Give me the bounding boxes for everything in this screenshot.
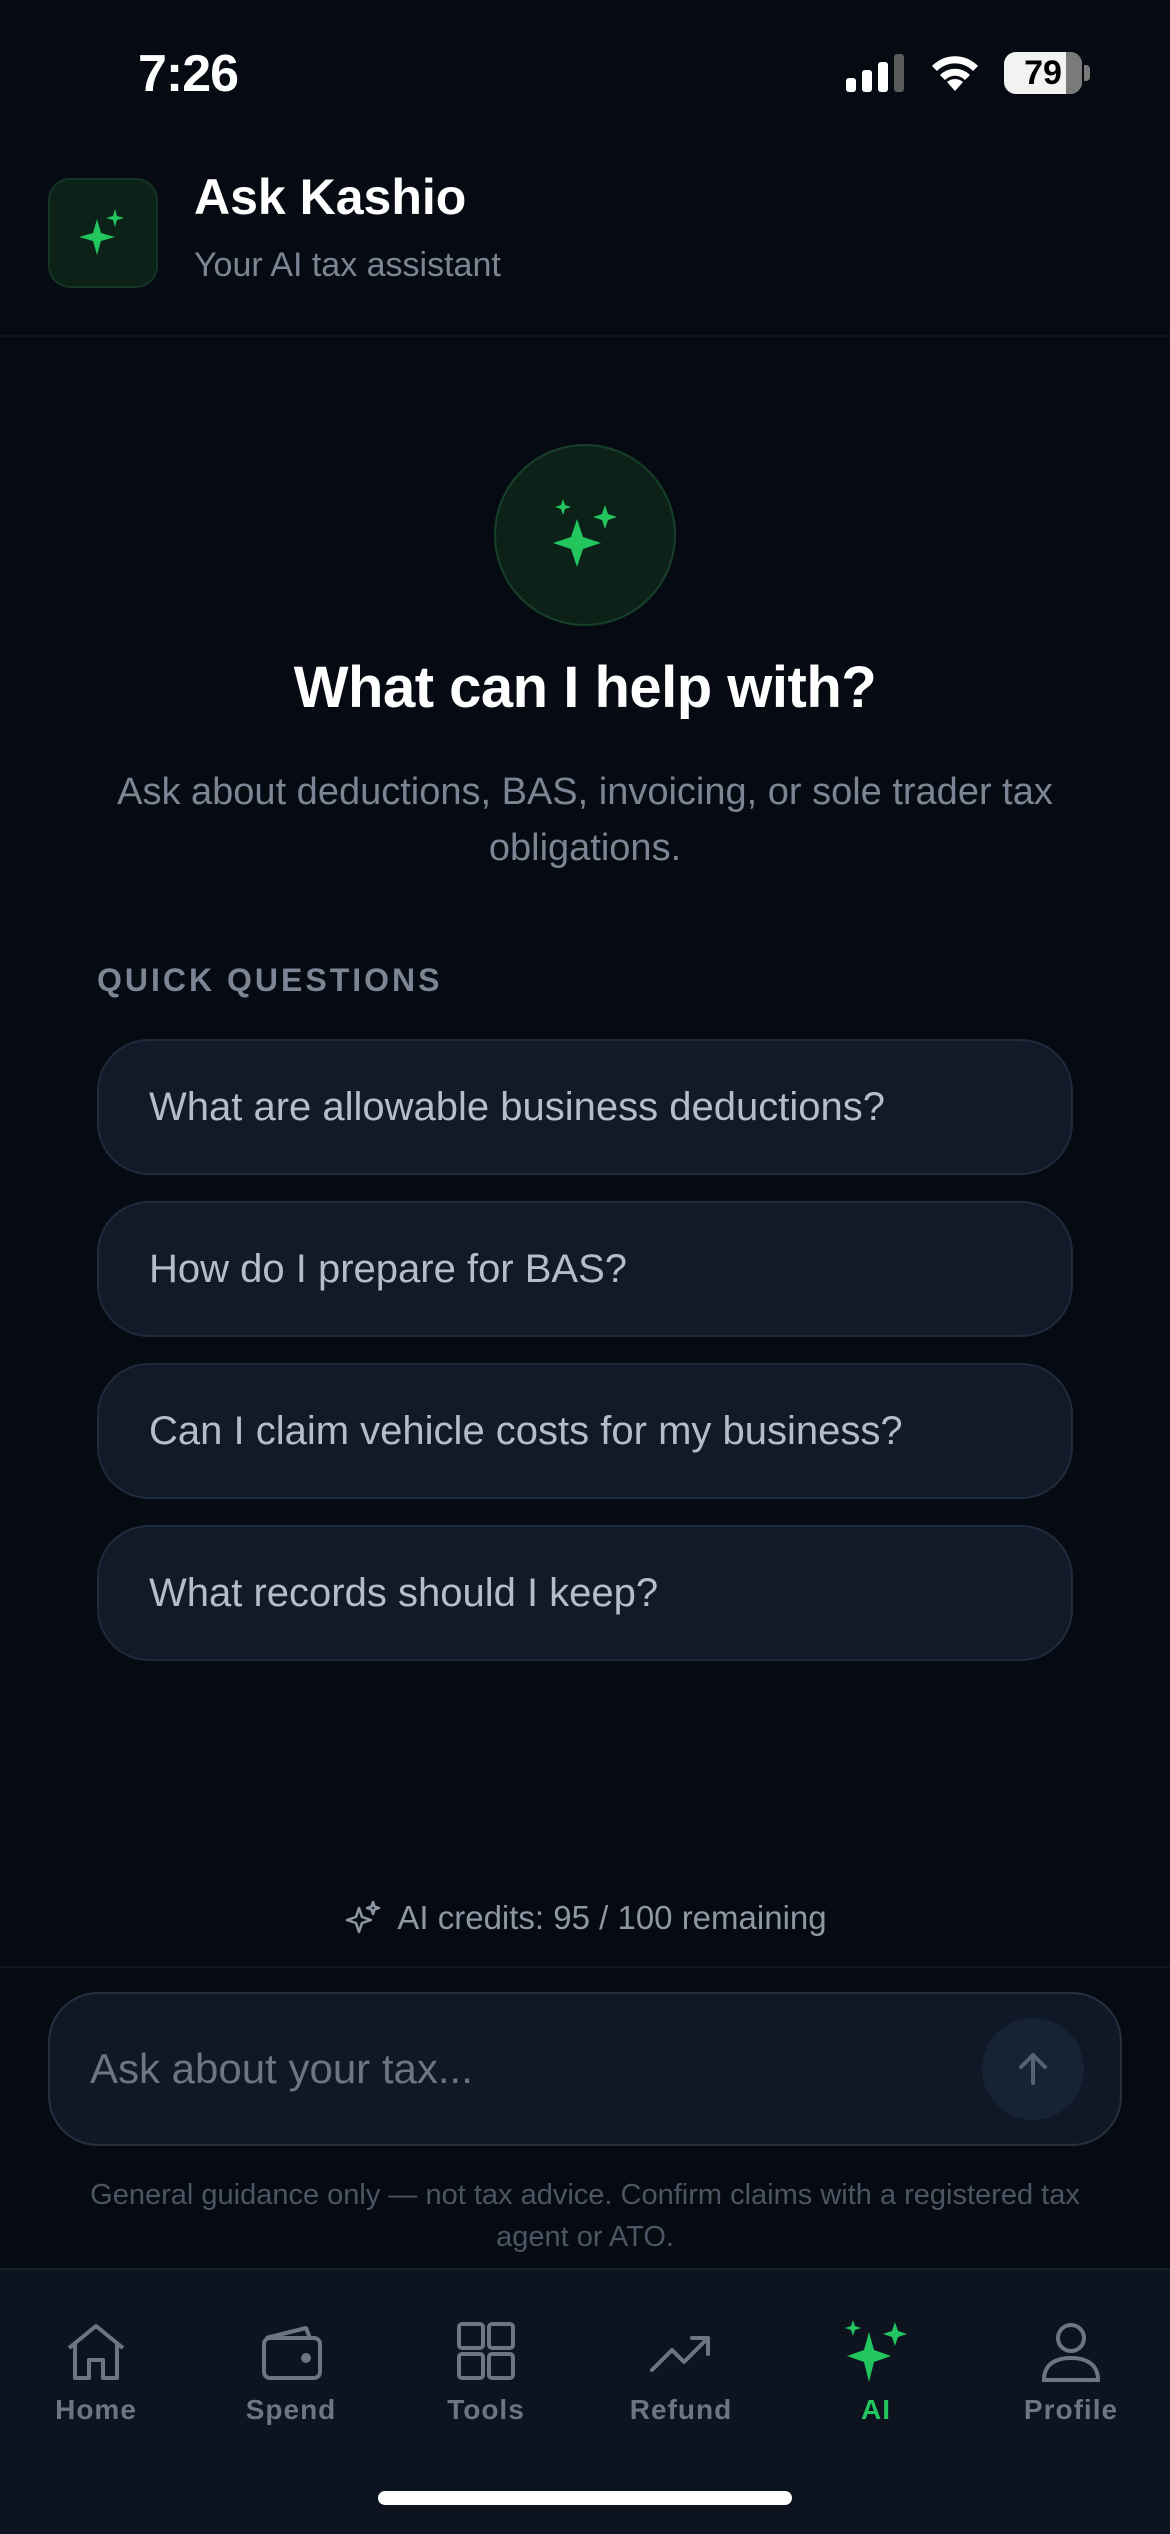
home-indicator bbox=[378, 2491, 792, 2505]
app-logo bbox=[48, 178, 158, 288]
quick-questions-label: QUICK QUESTIONS bbox=[97, 962, 443, 998]
page-subtitle: Your AI tax assistant bbox=[194, 246, 501, 284]
home-icon bbox=[67, 2324, 125, 2380]
quick-question-button[interactable]: How do I prepare for BAS? bbox=[97, 1201, 1073, 1337]
hero-icon bbox=[494, 444, 676, 626]
quick-question-button[interactable]: Can I claim vehicle costs for my busines… bbox=[97, 1363, 1073, 1499]
chat-input-container bbox=[48, 1992, 1122, 2146]
tab-label: Tools bbox=[447, 2394, 525, 2425]
tab-spend[interactable]: Spend bbox=[211, 2320, 371, 2426]
cellular-signal-icon bbox=[846, 54, 904, 92]
arrow-up-icon bbox=[1019, 2053, 1047, 2085]
trending-up-icon bbox=[650, 2336, 710, 2372]
tab-tools[interactable]: Tools bbox=[406, 2320, 566, 2426]
sparkles-icon bbox=[845, 2320, 907, 2382]
hero-description: Ask about deductions, BAS, invoicing, or… bbox=[117, 771, 1053, 869]
wallet-icon bbox=[262, 2326, 322, 2380]
ai-credits: AI credits: 95 / 100 remaining bbox=[0, 1898, 1170, 1938]
tab-label: Refund bbox=[629, 2394, 733, 2425]
sparkles-icon bbox=[553, 499, 617, 567]
battery-indicator: 79 bbox=[1004, 52, 1090, 94]
status-icons: 79 bbox=[846, 52, 1090, 94]
tab-label: Home bbox=[55, 2394, 137, 2425]
tab-ai[interactable]: AI bbox=[796, 2320, 956, 2426]
tab-label: Profile bbox=[1023, 2394, 1119, 2425]
ai-credits-text: AI credits: 95 / 100 remaining bbox=[397, 1899, 827, 1936]
battery-level: 79 bbox=[1024, 53, 1062, 92]
tab-label: AI bbox=[861, 2394, 891, 2425]
page-title: Ask Kashio bbox=[194, 169, 467, 225]
hero-title: What can I help with? bbox=[293, 655, 877, 720]
grid-icon bbox=[457, 2322, 515, 2380]
input-divider bbox=[0, 1966, 1170, 1968]
sparkles-icon bbox=[79, 209, 124, 255]
header-divider bbox=[0, 335, 1170, 337]
disclaimer: General guidance only — not tax advice. … bbox=[90, 2179, 1080, 2253]
tab-refund[interactable]: Refund bbox=[601, 2320, 761, 2426]
tab-label: Spend bbox=[245, 2394, 337, 2425]
user-icon bbox=[1041, 2323, 1101, 2382]
send-button[interactable] bbox=[982, 2018, 1084, 2120]
sparkles-outline-icon bbox=[346, 1900, 381, 1934]
wifi-icon bbox=[932, 56, 978, 91]
status-time: 7:26 bbox=[138, 45, 239, 103]
chat-input[interactable] bbox=[88, 2044, 982, 2094]
tab-profile[interactable]: Profile bbox=[991, 2320, 1151, 2426]
quick-question-button[interactable]: What are allowable business deductions? bbox=[97, 1039, 1073, 1175]
quick-questions-list: What are allowable business deductions? … bbox=[97, 1039, 1073, 1687]
tab-home[interactable]: Home bbox=[16, 2320, 176, 2426]
quick-question-button[interactable]: What records should I keep? bbox=[97, 1525, 1073, 1661]
